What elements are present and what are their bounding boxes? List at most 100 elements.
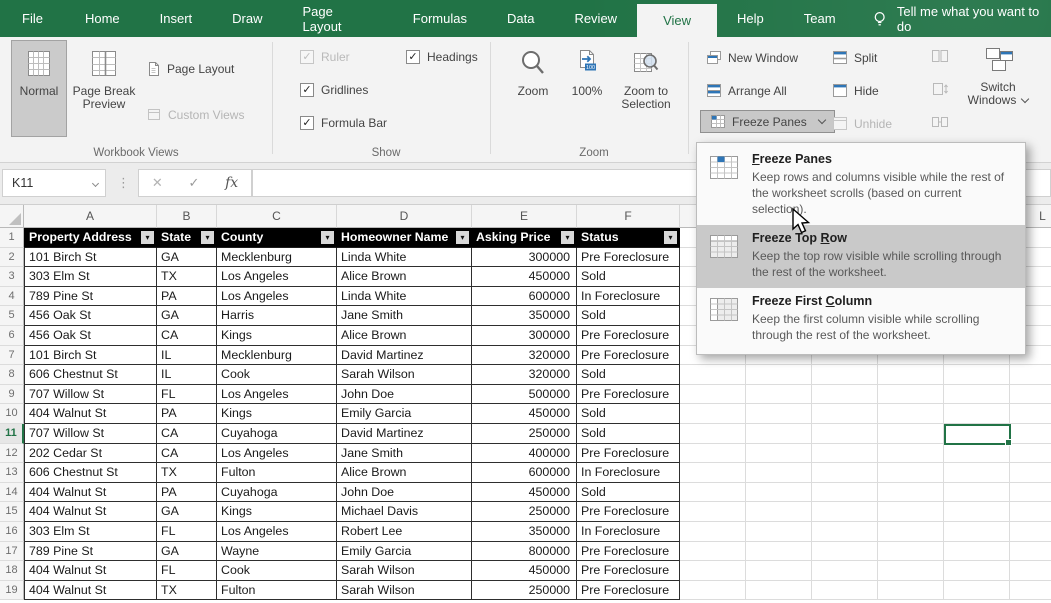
enter-icon[interactable]: ✓ (188, 175, 199, 191)
cell[interactable]: 404 Walnut St (24, 581, 157, 601)
zoom-button[interactable]: Zoom (508, 40, 558, 137)
cell[interactable] (944, 561, 1010, 581)
freeze-panes-button[interactable]: Freeze Panes (700, 110, 835, 133)
cell[interactable] (944, 365, 1010, 385)
cell[interactable]: IL (157, 346, 217, 366)
menu-item-freeze-top-row[interactable]: Freeze Top Row Keep the top row visible … (697, 225, 1025, 288)
page-layout-view-button[interactable]: Page Layout (146, 61, 234, 77)
cell[interactable]: CA (157, 444, 217, 464)
cell[interactable] (878, 365, 944, 385)
cell[interactable]: 101 Birch St (24, 248, 157, 268)
row-number[interactable]: 13 (0, 463, 24, 483)
filter-button[interactable]: ▾ (321, 231, 334, 244)
row-number[interactable]: 4 (0, 287, 24, 307)
row-number[interactable]: 11 (0, 424, 24, 444)
cell[interactable]: PA (157, 404, 217, 424)
cell[interactable]: GA (157, 306, 217, 326)
cell[interactable] (944, 502, 1010, 522)
row-number[interactable]: 5 (0, 306, 24, 326)
cell[interactable] (746, 502, 812, 522)
cell[interactable] (878, 502, 944, 522)
cell[interactable] (812, 424, 878, 444)
cell[interactable]: 450000 (472, 404, 577, 424)
cell[interactable]: In Foreclosure (577, 287, 680, 307)
cell[interactable]: 456 Oak St (24, 326, 157, 346)
cell[interactable] (1010, 463, 1051, 483)
cell[interactable] (680, 581, 746, 601)
cell[interactable] (878, 581, 944, 601)
cell[interactable]: Pre Foreclosure (577, 444, 680, 464)
cell[interactable]: Pre Foreclosure (577, 581, 680, 601)
cell[interactable]: Los Angeles (217, 522, 337, 542)
row-number[interactable]: 16 (0, 522, 24, 542)
row-number[interactable]: 8 (0, 365, 24, 385)
cell[interactable] (944, 463, 1010, 483)
cell[interactable]: 450000 (472, 483, 577, 503)
cell[interactable] (1010, 522, 1051, 542)
cell[interactable] (746, 444, 812, 464)
cell[interactable]: David Martinez (337, 424, 472, 444)
table-header-cell[interactable]: County▾ (217, 228, 337, 248)
cell[interactable] (746, 365, 812, 385)
cell[interactable]: Cook (217, 365, 337, 385)
filter-button[interactable]: ▾ (141, 231, 154, 244)
cell[interactable]: 600000 (472, 463, 577, 483)
cell[interactable]: Sarah Wilson (337, 581, 472, 601)
cell[interactable] (1010, 561, 1051, 581)
tab-data[interactable]: Data (487, 0, 554, 37)
cell[interactable] (1010, 542, 1051, 562)
zoom-to-selection-button[interactable]: Zoom to Selection (616, 40, 676, 137)
cell[interactable]: Los Angeles (217, 287, 337, 307)
reset-window-position-button[interactable] (930, 114, 950, 130)
row-number[interactable]: 2 (0, 248, 24, 268)
cell[interactable]: Pre Foreclosure (577, 561, 680, 581)
cell[interactable]: 404 Walnut St (24, 483, 157, 503)
column-header[interactable]: F (577, 205, 680, 228)
cell[interactable] (812, 365, 878, 385)
cell[interactable] (680, 424, 746, 444)
cell[interactable]: 101 Birch St (24, 346, 157, 366)
cell[interactable] (944, 385, 1010, 405)
cell[interactable] (878, 463, 944, 483)
cell[interactable]: Alice Brown (337, 267, 472, 287)
column-header[interactable]: C (217, 205, 337, 228)
cell[interactable] (944, 483, 1010, 503)
cell[interactable]: Jane Smith (337, 444, 472, 464)
tab-formulas[interactable]: Formulas (393, 0, 487, 37)
cell[interactable]: Jane Smith (337, 306, 472, 326)
cell[interactable]: PA (157, 287, 217, 307)
cell[interactable] (878, 385, 944, 405)
cell[interactable]: Sarah Wilson (337, 365, 472, 385)
row-number[interactable]: 7 (0, 346, 24, 366)
cell[interactable]: PA (157, 483, 217, 503)
cell[interactable] (812, 463, 878, 483)
cell[interactable] (746, 404, 812, 424)
cell[interactable]: 789 Pine St (24, 542, 157, 562)
cell[interactable]: 404 Walnut St (24, 561, 157, 581)
cell[interactable] (812, 522, 878, 542)
cell[interactable]: Sold (577, 365, 680, 385)
cell[interactable]: TX (157, 267, 217, 287)
cell[interactable]: Emily Garcia (337, 404, 472, 424)
cell[interactable]: Cuyahoga (217, 424, 337, 444)
cell[interactable]: Pre Foreclosure (577, 326, 680, 346)
tab-page-layout[interactable]: Page Layout (283, 0, 393, 37)
tab-help[interactable]: Help (717, 0, 784, 37)
split-button[interactable]: Split (832, 50, 877, 65)
cell[interactable]: 250000 (472, 502, 577, 522)
cell[interactable] (680, 522, 746, 542)
cell[interactable]: TX (157, 581, 217, 601)
cell[interactable]: Sold (577, 424, 680, 444)
cell[interactable]: 300000 (472, 248, 577, 268)
cell[interactable]: Cuyahoga (217, 483, 337, 503)
tab-draw[interactable]: Draw (212, 0, 282, 37)
cell[interactable]: Linda White (337, 287, 472, 307)
cell[interactable] (680, 463, 746, 483)
cell[interactable] (878, 483, 944, 503)
cell[interactable]: Pre Foreclosure (577, 248, 680, 268)
cell[interactable] (680, 502, 746, 522)
formula-bar-checkbox[interactable]: ✓ Formula Bar (300, 116, 387, 130)
custom-views-button[interactable]: Custom Views (146, 107, 244, 122)
cell[interactable] (680, 404, 746, 424)
cell[interactable] (1010, 444, 1051, 464)
